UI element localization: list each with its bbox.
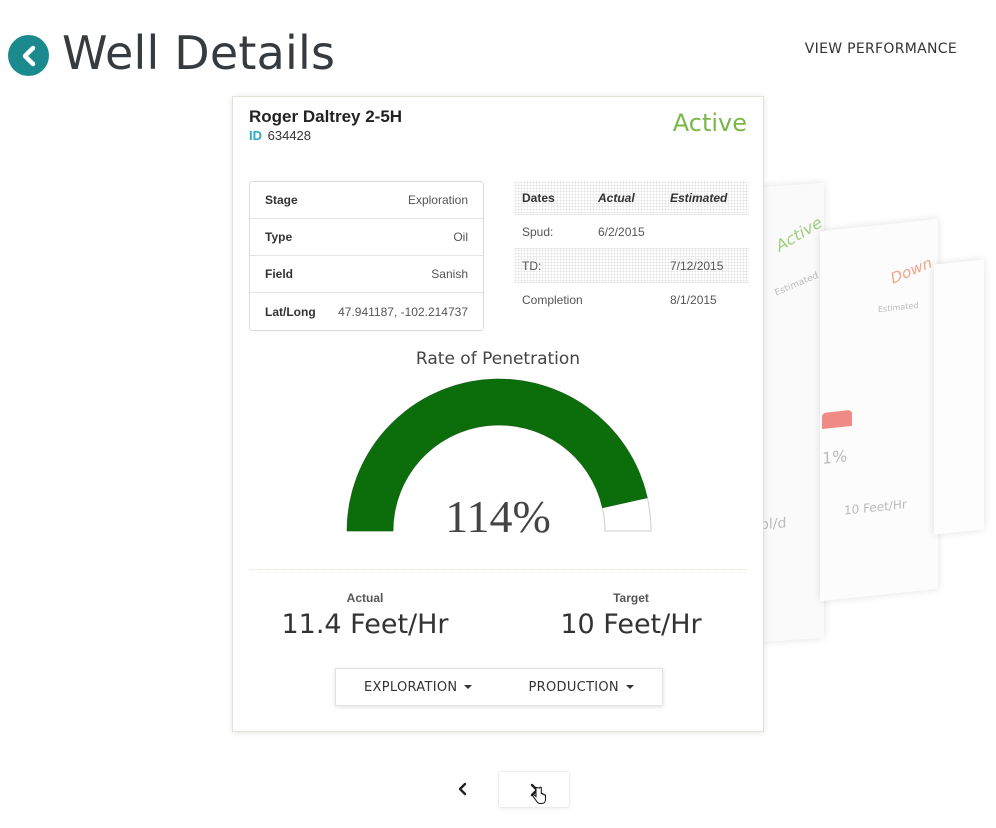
production-dropdown-label: PRODUCTION <box>528 679 619 695</box>
dates-row-completion: Completion 8/1/2015 <box>514 283 749 317</box>
ghost-percent: 1% <box>822 446 848 468</box>
background-card-3[interactable] <box>934 259 984 535</box>
ghost-rate: 10 Feet/Hr <box>844 497 907 518</box>
dates-label: TD: <box>522 258 542 273</box>
info-key: Type <box>265 230 293 244</box>
info-key: Stage <box>265 193 298 207</box>
well-info-table: Stage Exploration Type Oil Field Sanish … <box>249 181 484 331</box>
ghost-gauge-arc <box>822 409 852 429</box>
chevron-left-icon <box>22 45 35 66</box>
ghost-estimated-label: Estimated <box>773 270 820 299</box>
ghost-estimated-label-2: Estimated <box>878 300 919 315</box>
hand-cursor-icon <box>532 786 546 804</box>
dates-header-estimated: Estimated <box>670 190 728 205</box>
chevron-left-icon <box>458 782 467 796</box>
info-row-type: Type Oil <box>250 219 483 256</box>
info-value: Sanish <box>431 267 468 281</box>
info-key: Field <box>265 267 294 281</box>
dates-estimated: 7/12/2015 <box>670 258 724 273</box>
dates-header-row: Dates Actual Estimated <box>514 181 749 215</box>
menu-bar: EXPLORATION PRODUCTION <box>335 668 663 706</box>
background-card-1[interactable]: Active Estimated bl/d <box>760 182 824 643</box>
well-id-label: ID <box>249 128 262 143</box>
exploration-dropdown-label: EXPLORATION <box>364 679 458 695</box>
well-id-value: 634428 <box>267 128 312 143</box>
info-row-stage: Stage Exploration <box>250 182 483 219</box>
gauge-title: Rate of Penetration <box>415 349 581 369</box>
gauge-value: 114% <box>445 491 551 542</box>
info-key: Lat/Long <box>265 304 316 319</box>
well-id: ID 634428 <box>249 128 311 143</box>
dates-estimated: 8/1/2015 <box>670 293 717 307</box>
divider <box>249 569 747 570</box>
view-performance-link[interactable]: VIEW PERFORMANCE <box>805 41 957 57</box>
info-row-field: Field Sanish <box>250 256 483 293</box>
well-name: Roger Daltrey 2-5H <box>249 107 403 126</box>
caret-down-icon <box>464 685 473 689</box>
ghost-status-down: Down <box>888 253 935 288</box>
next-card-button[interactable] <box>498 771 570 808</box>
metric-actual: Actual 11.4 Feet/Hr <box>255 591 475 640</box>
caret-down-icon <box>625 685 634 689</box>
metric-target-label: Target <box>613 591 649 605</box>
info-value: 47.941187, -102.214737 <box>338 304 468 319</box>
info-value: Oil <box>453 230 468 244</box>
ghost-status-active: Active <box>772 212 824 256</box>
dates-label: Completion <box>522 293 583 307</box>
dates-header-actual: Actual <box>598 190 635 205</box>
dates-row-spud: Spud: 6/2/2015 <box>514 215 749 249</box>
dates-table: Dates Actual Estimated Spud: 6/2/2015 TD… <box>514 181 749 317</box>
metric-actual-value: 11.4 Feet/Hr <box>281 609 449 640</box>
well-card: Roger Daltrey 2-5H ID 634428 Active Stag… <box>232 96 764 732</box>
page-title: Well Details <box>62 26 336 80</box>
production-dropdown[interactable]: PRODUCTION <box>529 680 634 695</box>
dates-actual: 6/2/2015 <box>598 224 645 239</box>
info-value: Exploration <box>407 193 468 207</box>
metric-actual-label: Actual <box>346 591 384 605</box>
background-card-2[interactable]: Down Estimated 1% 10 Feet/Hr <box>820 218 938 602</box>
info-row-latlong: Lat/Long 47.941187, -102.214737 <box>250 293 483 330</box>
back-button[interactable] <box>8 35 49 76</box>
dates-row-td: TD: 7/12/2015 <box>514 249 749 283</box>
metric-target-value: 10 Feet/Hr <box>560 609 702 640</box>
exploration-dropdown[interactable]: EXPLORATION <box>364 679 473 695</box>
metric-target: Target 10 Feet/Hr <box>521 591 741 640</box>
previous-card-button[interactable] <box>448 772 478 806</box>
dates-header-dates: Dates <box>522 190 555 205</box>
dates-label: Spud: <box>522 224 554 239</box>
status-badge: Active <box>672 109 747 137</box>
